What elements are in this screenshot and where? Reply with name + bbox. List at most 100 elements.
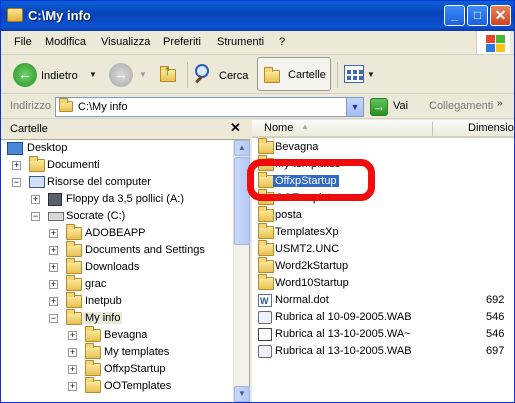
tree-item-label: Inetpub: [85, 295, 122, 307]
views-icon: [344, 65, 364, 83]
folder-icon: [85, 326, 101, 342]
tree-item-my-info[interactable]: − My info: [49, 309, 239, 328]
tree-item-label: OffxpStartup: [104, 363, 166, 375]
column-divider[interactable]: [432, 122, 433, 136]
scroll-up-icon[interactable]: ▲: [234, 140, 250, 156]
file-row[interactable]: Rubrica al 13-10-2005.WA~ 546: [252, 326, 514, 343]
tree-item-ootemplates[interactable]: + OOTemplates: [68, 377, 238, 396]
folder-icon: [59, 98, 73, 112]
chevron-down-icon[interactable]: ▼: [139, 70, 147, 79]
scroll-down-icon[interactable]: ▼: [234, 386, 250, 402]
address-input[interactable]: C:\My info ▼: [55, 97, 364, 117]
folder-icon: [66, 241, 82, 257]
collapse-icon[interactable]: −: [12, 178, 21, 187]
column-header-size[interactable]: Dimensio: [468, 122, 514, 134]
up-folder-button[interactable]: ↑: [156, 60, 182, 90]
tree-item-drive-c[interactable]: − Socrate (C:): [31, 209, 231, 226]
column-header-name[interactable]: Nome: [264, 122, 293, 134]
tree-item-label: Downloads: [85, 261, 140, 273]
word-document-icon: W: [258, 294, 272, 307]
expand-icon[interactable]: +: [49, 246, 58, 255]
tree-item-floppy[interactable]: + Floppy da 3,5 pollici (A:): [31, 192, 231, 209]
file-size: 546: [486, 328, 505, 340]
tree-item-documenti[interactable]: + Documenti: [12, 156, 212, 175]
file-name: Rubrica al 13-10-2005.WA~: [275, 328, 411, 340]
tree-item-label: Floppy da 3,5 pollici (A:): [66, 193, 184, 205]
folders-button[interactable]: Cartelle: [257, 57, 331, 91]
close-button[interactable]: ✕: [490, 5, 511, 26]
menu-edit[interactable]: Modifica: [45, 36, 86, 48]
folder-icon: [29, 156, 45, 172]
expand-icon[interactable]: +: [49, 280, 58, 289]
file-name: Bevagna: [275, 141, 319, 153]
expand-icon[interactable]: +: [68, 382, 77, 391]
file-row[interactable]: Bevagna: [252, 138, 514, 156]
file-row[interactable]: Word10Startup: [252, 274, 514, 292]
file-size: 546: [486, 311, 505, 323]
file-row[interactable]: Word2kStartup: [252, 257, 514, 275]
folders-pane: Cartelle ✕ Desktop + Documenti − Risorse…: [1, 120, 250, 402]
file-row[interactable]: Rubrica al 13-10-2005.WAB 697: [252, 343, 514, 360]
folder-icon: [258, 206, 274, 222]
forward-button[interactable]: → ▼: [107, 60, 151, 90]
menu-file[interactable]: File: [14, 36, 32, 48]
folders-pane-title: Cartelle: [10, 123, 48, 135]
minimize-button[interactable]: _: [444, 5, 465, 26]
address-value: C:\My info: [78, 101, 128, 113]
file-row[interactable]: TemplatesXp: [252, 223, 514, 241]
forward-arrow-icon: →: [109, 63, 133, 87]
folder-icon: [85, 377, 101, 393]
collapse-icon[interactable]: −: [31, 212, 40, 221]
expand-icon[interactable]: +: [31, 195, 40, 204]
tree-item-inetpub[interactable]: + Inetpub: [49, 292, 239, 311]
file-row[interactable]: W Normal.dot 692: [252, 292, 514, 309]
close-icon[interactable]: ✕: [230, 120, 241, 136]
file-name: posta: [275, 209, 302, 221]
tree-item-label: ADOBEAPP: [85, 227, 146, 239]
expand-icon[interactable]: +: [12, 161, 21, 170]
go-arrow-icon[interactable]: →: [370, 98, 388, 116]
links-toolbar[interactable]: Collegamenti: [429, 100, 493, 112]
menu-help[interactable]: ?: [279, 36, 285, 48]
search-button[interactable]: Cerca: [192, 60, 252, 90]
views-button[interactable]: ▼: [342, 60, 376, 90]
go-button[interactable]: Vai: [393, 100, 408, 112]
chevron-right-icon[interactable]: »: [497, 98, 503, 109]
tree-item-my-computer[interactable]: − Risorse del computer: [12, 175, 212, 192]
maximize-button[interactable]: □: [467, 5, 488, 26]
collapse-icon[interactable]: −: [49, 314, 58, 323]
chevron-down-icon[interactable]: ▼: [367, 70, 375, 79]
tree-item-downloads[interactable]: + Downloads: [49, 258, 239, 277]
file-name: Rubrica al 10-09-2005.WAB: [275, 311, 412, 323]
expand-icon[interactable]: +: [49, 263, 58, 272]
toolbar-separator: [187, 62, 188, 88]
back-button[interactable]: ← Indietro ▼: [11, 60, 99, 90]
file-size: 692: [486, 294, 505, 306]
up-arrow-icon: ↑: [164, 62, 171, 78]
folder-icon: [66, 258, 82, 274]
expand-icon[interactable]: +: [49, 297, 58, 306]
sort-ascending-icon: ▲: [301, 122, 309, 131]
expand-icon[interactable]: +: [68, 365, 77, 374]
tree-item-documents-and-settings[interactable]: + Documents and Settings: [49, 241, 239, 260]
menu-view[interactable]: Visualizza: [101, 36, 150, 48]
file-row[interactable]: Rubrica al 10-09-2005.WAB 546: [252, 309, 514, 326]
file-row[interactable]: USMT2.UNC: [252, 240, 514, 258]
title-bar[interactable]: C:\My info _ □ ✕: [1, 1, 514, 31]
expand-icon[interactable]: +: [68, 348, 77, 357]
menu-tools[interactable]: Strumenti: [217, 36, 264, 48]
explorer-window: C:\My info _ □ ✕ File Modifica Visualizz…: [0, 0, 515, 403]
floppy-icon: [48, 193, 62, 206]
expand-icon[interactable]: +: [49, 229, 58, 238]
toolbar-separator: [337, 62, 338, 88]
tree-item-adobeapp[interactable]: + ADOBEAPP: [49, 224, 239, 243]
menu-favorites[interactable]: Preferiti: [163, 36, 201, 48]
expand-icon[interactable]: +: [68, 331, 77, 340]
chevron-down-icon[interactable]: ▼: [89, 70, 97, 79]
desktop-icon: [7, 142, 23, 155]
file-row[interactable]: posta: [252, 206, 514, 224]
tree-item-label: grac: [85, 278, 107, 290]
hard-drive-icon: [48, 212, 64, 221]
address-dropdown-button[interactable]: ▼: [346, 98, 363, 116]
tree-item-grac[interactable]: + grac: [49, 275, 239, 294]
